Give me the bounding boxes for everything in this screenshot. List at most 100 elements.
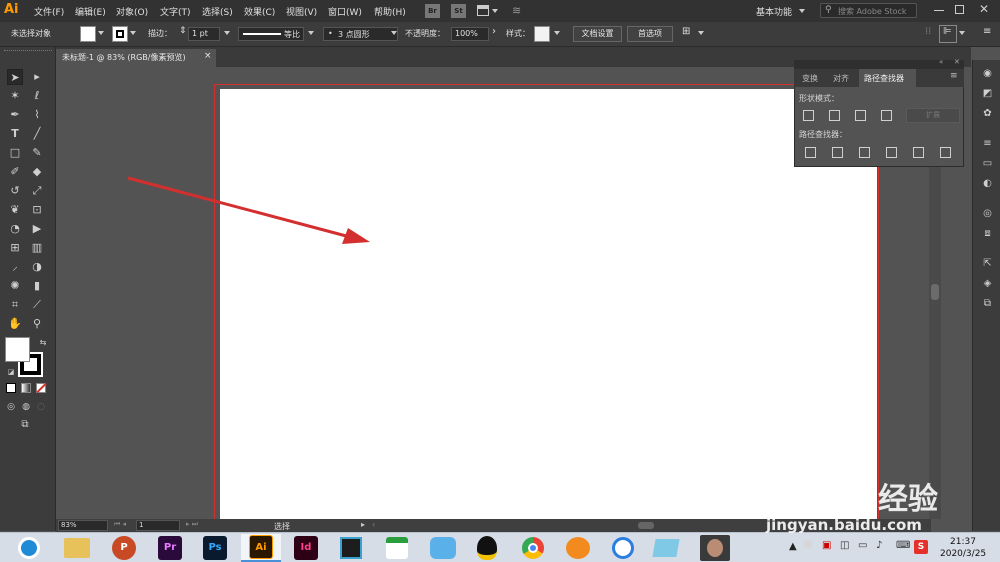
maximize-icon[interactable] bbox=[955, 5, 964, 14]
close-tab-icon[interactable]: × bbox=[204, 51, 212, 61]
minimize-icon[interactable] bbox=[934, 10, 944, 11]
brush-select[interactable]: • 3 点圆形 bbox=[323, 27, 398, 41]
workspace-switcher[interactable]: 基本功能 bbox=[756, 5, 792, 18]
vertical-scroll-thumb[interactable] bbox=[931, 284, 939, 300]
stroke-swatch[interactable] bbox=[112, 26, 128, 42]
opacity-chevron-icon[interactable]: › bbox=[492, 26, 496, 37]
sogou-ime-icon[interactable]: S bbox=[914, 540, 928, 554]
lasso-tool-icon[interactable]: ℓ bbox=[29, 88, 45, 104]
workspace-chevron-icon[interactable] bbox=[799, 9, 805, 13]
magic-wand-tool-icon[interactable]: ✶ bbox=[7, 88, 23, 104]
document-tab[interactable]: 未标题-1 @ 83% (RGB/像素预览) × bbox=[56, 49, 216, 67]
artboard-tool-icon[interactable]: ⌗ bbox=[7, 297, 23, 313]
menu-window[interactable]: 窗口(W) bbox=[328, 5, 362, 18]
bridge-button[interactable]: Br bbox=[425, 4, 440, 18]
merge-icon[interactable] bbox=[859, 147, 870, 158]
chat-app-icon[interactable] bbox=[430, 537, 456, 559]
tab-align[interactable]: 对齐 bbox=[833, 73, 849, 84]
selection-tool-icon[interactable]: ➤ bbox=[7, 69, 23, 85]
minus-back-icon[interactable] bbox=[940, 147, 951, 158]
align-grid-icon[interactable]: ⁞⁞ bbox=[925, 26, 931, 37]
menu-type[interactable]: 文字(T) bbox=[160, 5, 191, 18]
fill-swatch[interactable] bbox=[80, 26, 96, 42]
fill-dropdown-icon[interactable] bbox=[98, 31, 104, 35]
powerpoint-icon[interactable]: P bbox=[112, 536, 136, 560]
qq-icon[interactable] bbox=[477, 536, 497, 560]
screen-mode-icon[interactable]: ⧉ bbox=[17, 417, 33, 433]
menu-edit[interactable]: 编辑(E) bbox=[75, 5, 106, 18]
scroll-left-icon[interactable]: ‹ bbox=[372, 520, 375, 529]
scale-tool-icon[interactable]: ⤢ bbox=[29, 183, 45, 199]
menu-help[interactable]: 帮助(H) bbox=[374, 5, 406, 18]
photoshop-icon[interactable]: Ps bbox=[203, 536, 227, 560]
none-mode-icon[interactable] bbox=[36, 382, 47, 394]
collapse-panel-icon[interactable]: « bbox=[939, 58, 943, 66]
premiere-icon[interactable]: Pr bbox=[158, 536, 182, 560]
gradient-panel-icon[interactable]: ▭ bbox=[981, 157, 994, 170]
swap-colors-icon[interactable]: ⇆ bbox=[35, 335, 51, 351]
arrange-dropdown-icon[interactable] bbox=[698, 31, 704, 35]
free-transform-tool-icon[interactable]: ⊡ bbox=[29, 202, 45, 218]
export-icon[interactable]: ⇱ bbox=[981, 257, 994, 270]
status-menu-icon[interactable]: ▸ bbox=[361, 520, 365, 529]
gpu-performance-icon[interactable]: ≋ bbox=[512, 4, 521, 17]
close-panel-icon[interactable]: ✕ bbox=[954, 58, 960, 66]
rectangle-tool-icon[interactable]: □ bbox=[7, 145, 23, 161]
media-thumbnail-icon[interactable] bbox=[700, 535, 730, 561]
crop-icon[interactable] bbox=[886, 147, 897, 158]
sogou-icon[interactable] bbox=[612, 537, 634, 559]
opacity-field[interactable]: 100% bbox=[451, 27, 489, 41]
tray-arrow-icon[interactable]: ▲ bbox=[789, 541, 797, 552]
shaper-tool-icon[interactable]: ✐ bbox=[7, 164, 23, 180]
last-artboard-icon[interactable]: ▸ ⏭ bbox=[186, 520, 198, 529]
stroke-dropdown-icon[interactable] bbox=[130, 31, 136, 35]
menu-file[interactable]: 文件(F) bbox=[34, 5, 64, 18]
draw-normal-icon[interactable]: ◎ bbox=[3, 399, 19, 415]
browser-icon[interactable] bbox=[566, 537, 590, 559]
layers-panel-icon[interactable]: ◈ bbox=[981, 277, 994, 290]
gradient-mode-icon[interactable] bbox=[21, 383, 31, 393]
expand-button[interactable]: 扩展 bbox=[906, 108, 960, 123]
app-icon-green[interactable] bbox=[386, 537, 408, 559]
tab-pathfinder[interactable]: 路径查找器 bbox=[859, 69, 916, 87]
color-panel-icon[interactable]: ◉ bbox=[981, 67, 994, 80]
arrange-documents-icon[interactable] bbox=[477, 5, 489, 16]
unite-icon[interactable] bbox=[803, 110, 814, 121]
default-colors-icon[interactable]: ◪ bbox=[3, 364, 19, 380]
zoom-tool-icon[interactable]: ⚲ bbox=[29, 316, 45, 332]
eyedropper-tool-icon[interactable]: ⸝ bbox=[7, 259, 23, 275]
artboards-panel-icon[interactable]: ⧉ bbox=[981, 297, 994, 310]
stock-search-input[interactable]: ⚲ 搜索 Adobe Stock bbox=[820, 3, 917, 18]
brush-dropdown-icon[interactable] bbox=[391, 31, 397, 35]
stroke-weight-dropdown-icon[interactable] bbox=[224, 31, 230, 35]
slice-tool-icon[interactable]: ⟋ bbox=[29, 297, 45, 313]
clock-date[interactable]: 2020/3/25 bbox=[940, 549, 986, 559]
blend-tool-icon[interactable]: ◑ bbox=[29, 259, 45, 275]
document-setup-button[interactable]: 文档设置 bbox=[573, 26, 622, 42]
stroke-panel-icon[interactable]: ≡ bbox=[981, 137, 994, 150]
indesign-icon[interactable]: Id bbox=[294, 536, 318, 560]
start-button-icon[interactable] bbox=[18, 537, 40, 559]
direct-selection-tool-icon[interactable]: ▸ bbox=[29, 69, 45, 85]
menu-view[interactable]: 视图(V) bbox=[286, 5, 317, 18]
style-dropdown-icon[interactable] bbox=[554, 31, 560, 35]
paintbrush-tool-icon[interactable]: ✎ bbox=[29, 145, 45, 161]
divide-icon[interactable] bbox=[805, 147, 816, 158]
stroke-profile-select[interactable]: 等比 bbox=[238, 27, 304, 41]
stroke-profile-dropdown-icon[interactable] bbox=[308, 31, 314, 35]
zoom-field[interactable]: 83% bbox=[58, 520, 108, 531]
curvature-tool-icon[interactable]: ⌇ bbox=[29, 107, 45, 123]
draw-inside-icon[interactable]: ◌ bbox=[33, 399, 49, 415]
horizontal-scroll-thumb[interactable] bbox=[638, 522, 654, 529]
warp-tool-icon[interactable]: ❦ bbox=[7, 202, 23, 218]
gradient-tool-icon[interactable]: ▥ bbox=[29, 240, 45, 256]
minus-front-icon[interactable] bbox=[829, 110, 840, 121]
pen-tool-icon[interactable]: ✒ bbox=[7, 107, 23, 123]
chevron-down-icon[interactable] bbox=[492, 9, 498, 13]
first-artboard-icon[interactable]: ⏮ ◂ bbox=[114, 520, 126, 529]
close-window-icon[interactable]: ✕ bbox=[979, 2, 989, 16]
draw-behind-icon[interactable]: ◍ bbox=[18, 399, 34, 415]
stroke-weight-field[interactable]: 1 pt bbox=[188, 27, 220, 41]
appearance-panel-icon[interactable]: ◎ bbox=[981, 207, 994, 220]
eraser-tool-icon[interactable]: ◆ bbox=[29, 164, 45, 180]
